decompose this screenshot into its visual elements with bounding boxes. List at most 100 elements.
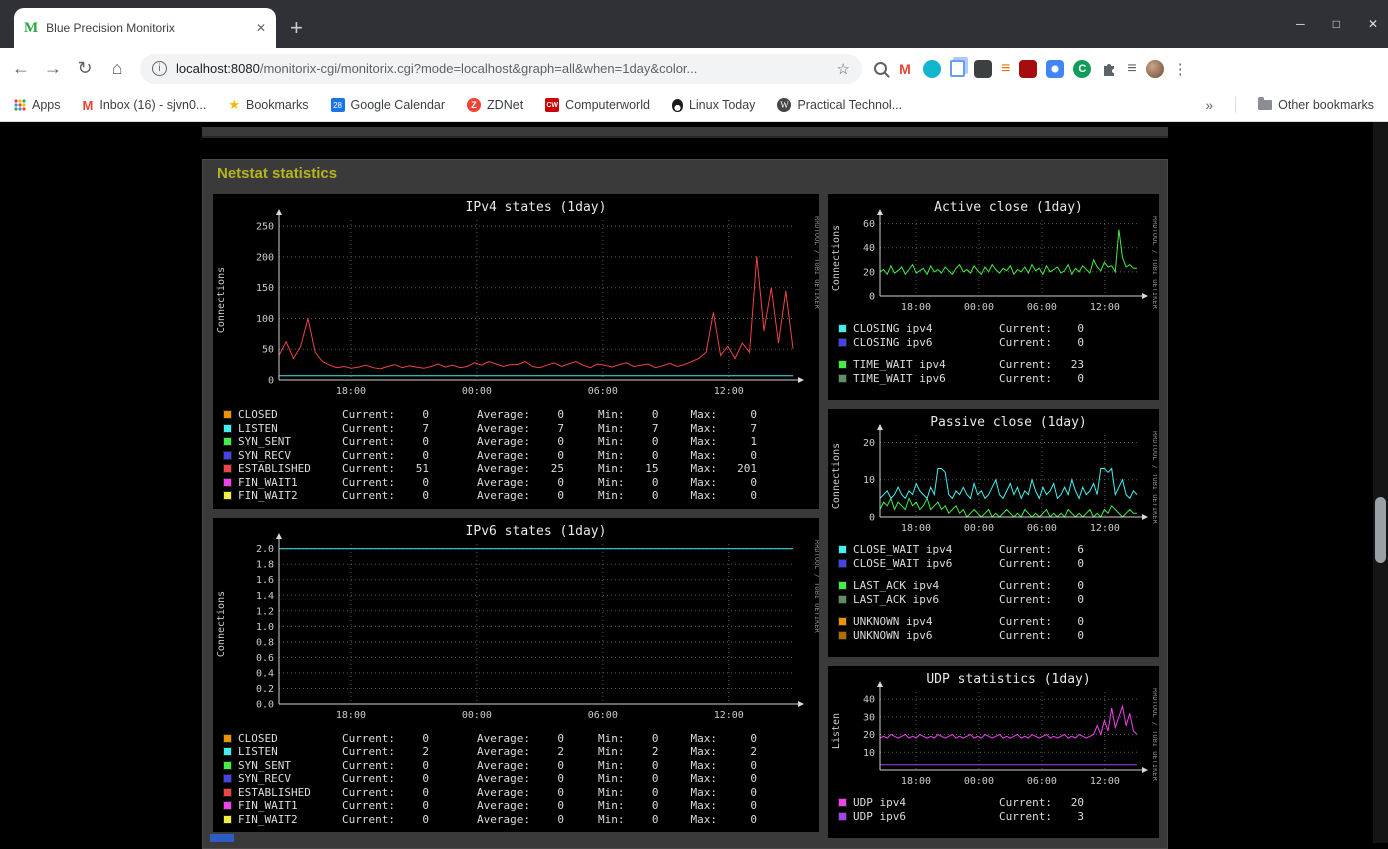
legend-stat-value: 0 [750, 785, 757, 799]
svg-text:UDP statistics (1day): UDP statistics (1day) [926, 672, 1090, 687]
search-icon[interactable] [874, 62, 887, 75]
legend-swatch [223, 450, 232, 460]
svg-text:06:00: 06:00 [1027, 776, 1057, 787]
camera-extension-icon[interactable] [1046, 59, 1065, 78]
window-maximize-button[interactable]: □ [1333, 17, 1340, 31]
legend-group: LAST_ACK ipv4 Current: 0 LAST_ACK ipv6 Curre… [828, 579, 1159, 606]
bookmark-inbox[interactable]: M Inbox (16) - sjvn0... [83, 98, 207, 113]
legend-stat-label: Max: [690, 448, 717, 462]
window-minimize-button[interactable]: ─ [1296, 17, 1305, 31]
ipv4-states-chart[interactable]: IPv4 states (1day) Connections 0 50 100 150 20… [213, 196, 819, 406]
legend-stat-value: 0 [422, 785, 429, 799]
svg-text:60: 60 [863, 219, 875, 230]
scrollbar-thumb[interactable] [1375, 497, 1386, 563]
legend-stat-value: 0 [750, 758, 757, 772]
legend-swatch [223, 747, 232, 757]
dark-extension-icon[interactable] [974, 59, 992, 78]
legend-stat-value: 0 [651, 785, 659, 799]
legend-series-name: TIME_WAIT ipv6 [853, 371, 946, 385]
profile-avatar[interactable] [1145, 59, 1164, 78]
legend-row: TIME_WAIT ipv6 Current: 0 [828, 372, 1159, 386]
legend-stat-value: 0 [651, 812, 659, 826]
reading-list-icon[interactable]: ≡ [1127, 60, 1136, 78]
legend-swatch [223, 814, 232, 824]
legend-stat-label: Average: [476, 421, 530, 435]
bookmark-label: Other bookmarks [1278, 98, 1374, 112]
legend-stat-label: Current: [999, 335, 1052, 349]
home-button[interactable]: ⌂ [102, 58, 132, 79]
legend-stat-label: Average: [476, 448, 530, 462]
legend-series-name: UNKNOWN ipv6 [853, 628, 933, 642]
legend-stat-label: Current: [999, 358, 1052, 371]
extension-icons: M ≡ C ≡ ⋮ [874, 59, 1188, 78]
window-close-button[interactable]: ✕ [1368, 17, 1378, 31]
svg-text:20: 20 [863, 730, 875, 741]
active-close-chart[interactable]: Active close (1day) Connections 0 20 40 60 18:… [828, 196, 1157, 320]
legend-stat-label: Min: [597, 448, 625, 462]
bookmark-linux-today[interactable]: Linux Today [671, 98, 755, 112]
legend-stat-label: Min: [597, 475, 625, 489]
legend-stat-value: 1 [750, 435, 757, 448]
bookmark-zdnet[interactable]: Z ZDNet [467, 98, 523, 112]
green-extension-icon[interactable]: C [1073, 59, 1092, 78]
legend-stat-value: 7 [651, 421, 659, 435]
back-button[interactable]: ← [6, 58, 36, 79]
legend-stat-label: Max: [690, 731, 717, 745]
address-bar[interactable]: i localhost:8080/monitorix-cgi/monitorix… [140, 53, 862, 84]
legend-stat-value: 0 [422, 799, 429, 812]
bookmark-google-calendar[interactable]: 28 Google Calendar [330, 98, 445, 112]
extensions-puzzle-icon[interactable] [1100, 60, 1118, 78]
legend-stat-value: 0 [651, 489, 659, 502]
svg-text:RRDTOOL / TOBI OETIKER: RRDTOOL / TOBI OETIKER [1151, 688, 1157, 782]
legend-stat-label: Min: [597, 772, 625, 785]
udp-statistics-chart[interactable]: UDP statistics (1day) Listen 10 20 30 40 18:00… [828, 668, 1157, 794]
browser-menu-icon[interactable]: ⋮ [1173, 60, 1188, 78]
legend-swatch [838, 798, 847, 808]
gmail-icon[interactable]: M [896, 60, 914, 78]
legend-row: TIME_WAIT ipv4 Current: 23 [828, 358, 1159, 372]
svg-text:Active close (1day): Active close (1day) [934, 200, 1083, 215]
legend-stat-value: 2 [750, 745, 757, 758]
scrollbar[interactable] [1373, 122, 1388, 843]
bookmark-computerworld[interactable]: CW Computerworld [545, 98, 650, 112]
svg-text:06:00: 06:00 [1027, 523, 1057, 534]
legend-swatch [838, 360, 847, 370]
pocket-extension-icon[interactable] [1019, 59, 1038, 78]
legend-stat-label: Current: [999, 615, 1052, 628]
svg-text:RRDTOOL / TOBI OETIKER: RRDTOOL / TOBI OETIKER [813, 216, 819, 310]
stack-extension-icon[interactable]: ≡ [1001, 60, 1010, 78]
bookmark-star-icon[interactable]: ☆ [837, 60, 850, 78]
next-section-remnant [210, 834, 234, 842]
reload-button[interactable]: ↻ [70, 58, 100, 79]
other-bookmarks[interactable]: Other bookmarks [1258, 97, 1374, 112]
new-tab-button[interactable]: + [290, 17, 303, 39]
bookmark-label: ZDNet [487, 98, 524, 112]
forward-button[interactable]: → [38, 58, 68, 79]
legend-row: UNKNOWN ipv4 Current: 0 [828, 615, 1159, 629]
bookmark-apps[interactable]: Apps [14, 98, 61, 112]
legend-stat-value: 0 [422, 812, 429, 826]
svg-text:IPv6 states (1day): IPv6 states (1day) [466, 524, 607, 539]
tab-close-icon[interactable]: ✕ [256, 21, 266, 35]
legend-stat-value: 0 [422, 448, 429, 462]
legend-stat-label: Average: [476, 758, 530, 772]
legend-stat-label: Max: [690, 785, 717, 799]
svg-text:30: 30 [863, 712, 875, 723]
bookmark-bookmarks[interactable]: ★ Bookmarks [228, 97, 308, 113]
bookmarks-overflow-icon[interactable]: » [1205, 97, 1213, 113]
copy-extension-icon[interactable] [950, 60, 965, 77]
legend-stat-label: Min: [597, 758, 625, 772]
passive-close-chart[interactable]: Passive close (1day) Connections 0 10 20 18:0… [828, 411, 1157, 541]
svg-text:RRDTOOL / TOBI OETIKER: RRDTOOL / TOBI OETIKER [813, 540, 819, 634]
browser-tab[interactable]: M Blue Precision Monitorix ✕ [14, 8, 276, 48]
page-info-icon[interactable]: i [152, 61, 167, 76]
active-close-legend: CLOSING ipv4 Current: 0 CLOSING ipv6 Current… [828, 322, 1159, 385]
svg-text:1.0: 1.0 [256, 621, 274, 632]
svg-text:40: 40 [863, 695, 875, 706]
legend-stat-value: 0 [651, 408, 659, 421]
chat-extension-icon[interactable] [923, 59, 941, 78]
page-content: Netstat statistics IPv4 states (1day) Con… [0, 122, 1388, 849]
ipv6-states-chart[interactable]: IPv6 states (1day) Connections 0.0 0.2 0.4 0.… [213, 520, 819, 730]
legend-stat-value: 0 [422, 435, 429, 448]
bookmark-practical-technology[interactable]: W Practical Technol... [777, 98, 902, 112]
